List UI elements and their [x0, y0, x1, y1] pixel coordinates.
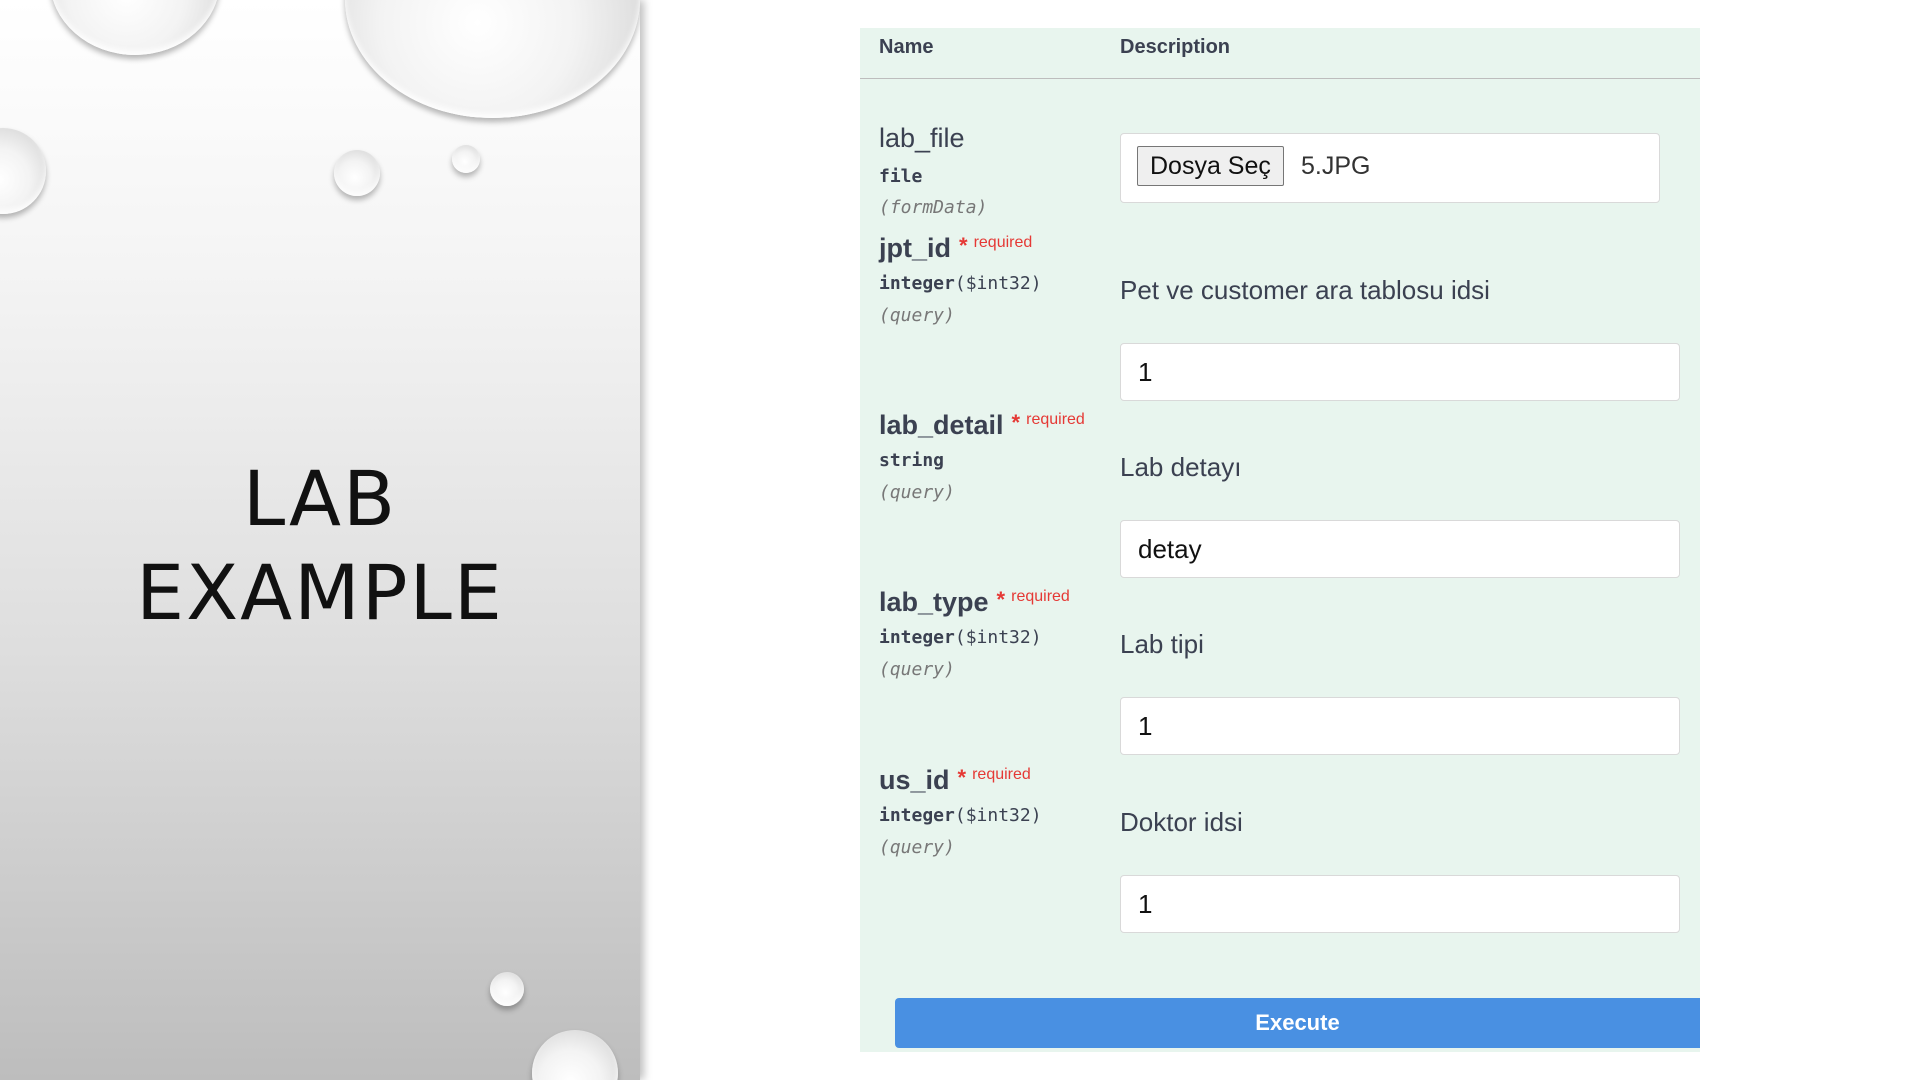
param-location: (formData): [879, 197, 988, 218]
param-description: Pet ve customer ara tablosu idsi: [1120, 275, 1490, 305]
water-drop-decoration: [345, 0, 640, 118]
param-row-lab-file: lab_file file (formData) Dosya Seç 5.JPG: [860, 93, 1700, 223]
param-type: integer($int32): [879, 273, 1042, 294]
param-row-us-id: us_id * required integer($int32) (query) D…: [860, 753, 1700, 933]
param-description: Lab detayı: [1120, 452, 1242, 482]
required-star: *: [957, 765, 967, 790]
param-name: lab_type * required: [879, 587, 1070, 618]
lab-detail-input[interactable]: [1120, 520, 1680, 578]
water-drop-decoration: [334, 150, 380, 196]
selected-file-name: 5.JPG: [1301, 152, 1371, 180]
jpt-id-input[interactable]: [1120, 343, 1680, 401]
param-description: Lab tipi: [1120, 629, 1204, 659]
param-type: file: [879, 166, 923, 187]
param-description: Doktor idsi: [1120, 807, 1243, 837]
column-header-description: Description: [1120, 36, 1231, 58]
param-type-name: integer: [879, 273, 955, 294]
param-name-text: lab_type: [879, 587, 989, 617]
param-name: us_id * required: [879, 765, 1031, 796]
parameters-table-header: Name Description: [860, 28, 1700, 79]
us-id-input[interactable]: [1120, 875, 1680, 933]
param-type: string: [879, 450, 944, 471]
param-type-format: ($int32): [954, 273, 1042, 294]
param-type-name: integer: [879, 627, 955, 648]
param-location: (query): [879, 482, 955, 503]
param-name-text: jpt_id: [879, 233, 951, 263]
choose-file-button[interactable]: Dosya Seç: [1137, 146, 1284, 186]
water-drop-decoration: [0, 128, 46, 214]
file-input: Dosya Seç 5.JPG: [1120, 133, 1660, 203]
required-star: *: [959, 233, 968, 258]
param-name: lab_file: [879, 123, 965, 153]
execute-button[interactable]: Execute: [895, 998, 1700, 1048]
param-name-text: us_id: [879, 765, 950, 795]
param-name-text: lab_detail: [879, 410, 1004, 440]
water-drop-decoration: [490, 972, 524, 1006]
water-drop-decoration: [452, 145, 480, 173]
lab-type-input[interactable]: [1120, 697, 1680, 755]
slide-title-line-1: LAB: [242, 454, 398, 543]
slide-title-line-2: EXAMPLE: [136, 548, 504, 637]
param-location: (query): [879, 305, 955, 326]
required-star: *: [1011, 410, 1021, 435]
required-star: *: [996, 587, 1006, 612]
param-row-lab-type: lab_type * required integer($int32) (query…: [860, 575, 1700, 755]
water-drop-decoration: [50, 0, 220, 55]
param-name: lab_detail * required: [879, 410, 1085, 441]
slide-title: LAB EXAMPLE: [0, 452, 640, 640]
param-name: jpt_id * required: [879, 233, 1032, 264]
required-label: required: [972, 766, 1031, 783]
param-type: integer($int32): [879, 805, 1042, 826]
parameters-panel: Name Description lab_file file (formData…: [860, 28, 1700, 1052]
required-label: required: [973, 234, 1033, 251]
param-type-name: string: [879, 450, 945, 471]
slide-left-panel: LAB EXAMPLE: [0, 0, 640, 1080]
param-row-jpt-id: jpt_id * required integer($int32) (query) …: [860, 221, 1700, 401]
required-label: required: [1011, 588, 1070, 605]
water-drop-decoration: [532, 1030, 618, 1080]
param-location: (query): [879, 659, 955, 680]
param-location: (query): [879, 837, 955, 858]
required-label: required: [1026, 411, 1085, 428]
param-type-name: integer: [879, 805, 955, 826]
param-type-format: ($int32): [954, 805, 1042, 826]
param-type: integer($int32): [879, 627, 1042, 648]
column-header-name: Name: [879, 36, 934, 58]
param-row-lab-detail: lab_detail * required string (query) Lab d…: [860, 398, 1700, 578]
param-type-format: ($int32): [954, 627, 1042, 648]
